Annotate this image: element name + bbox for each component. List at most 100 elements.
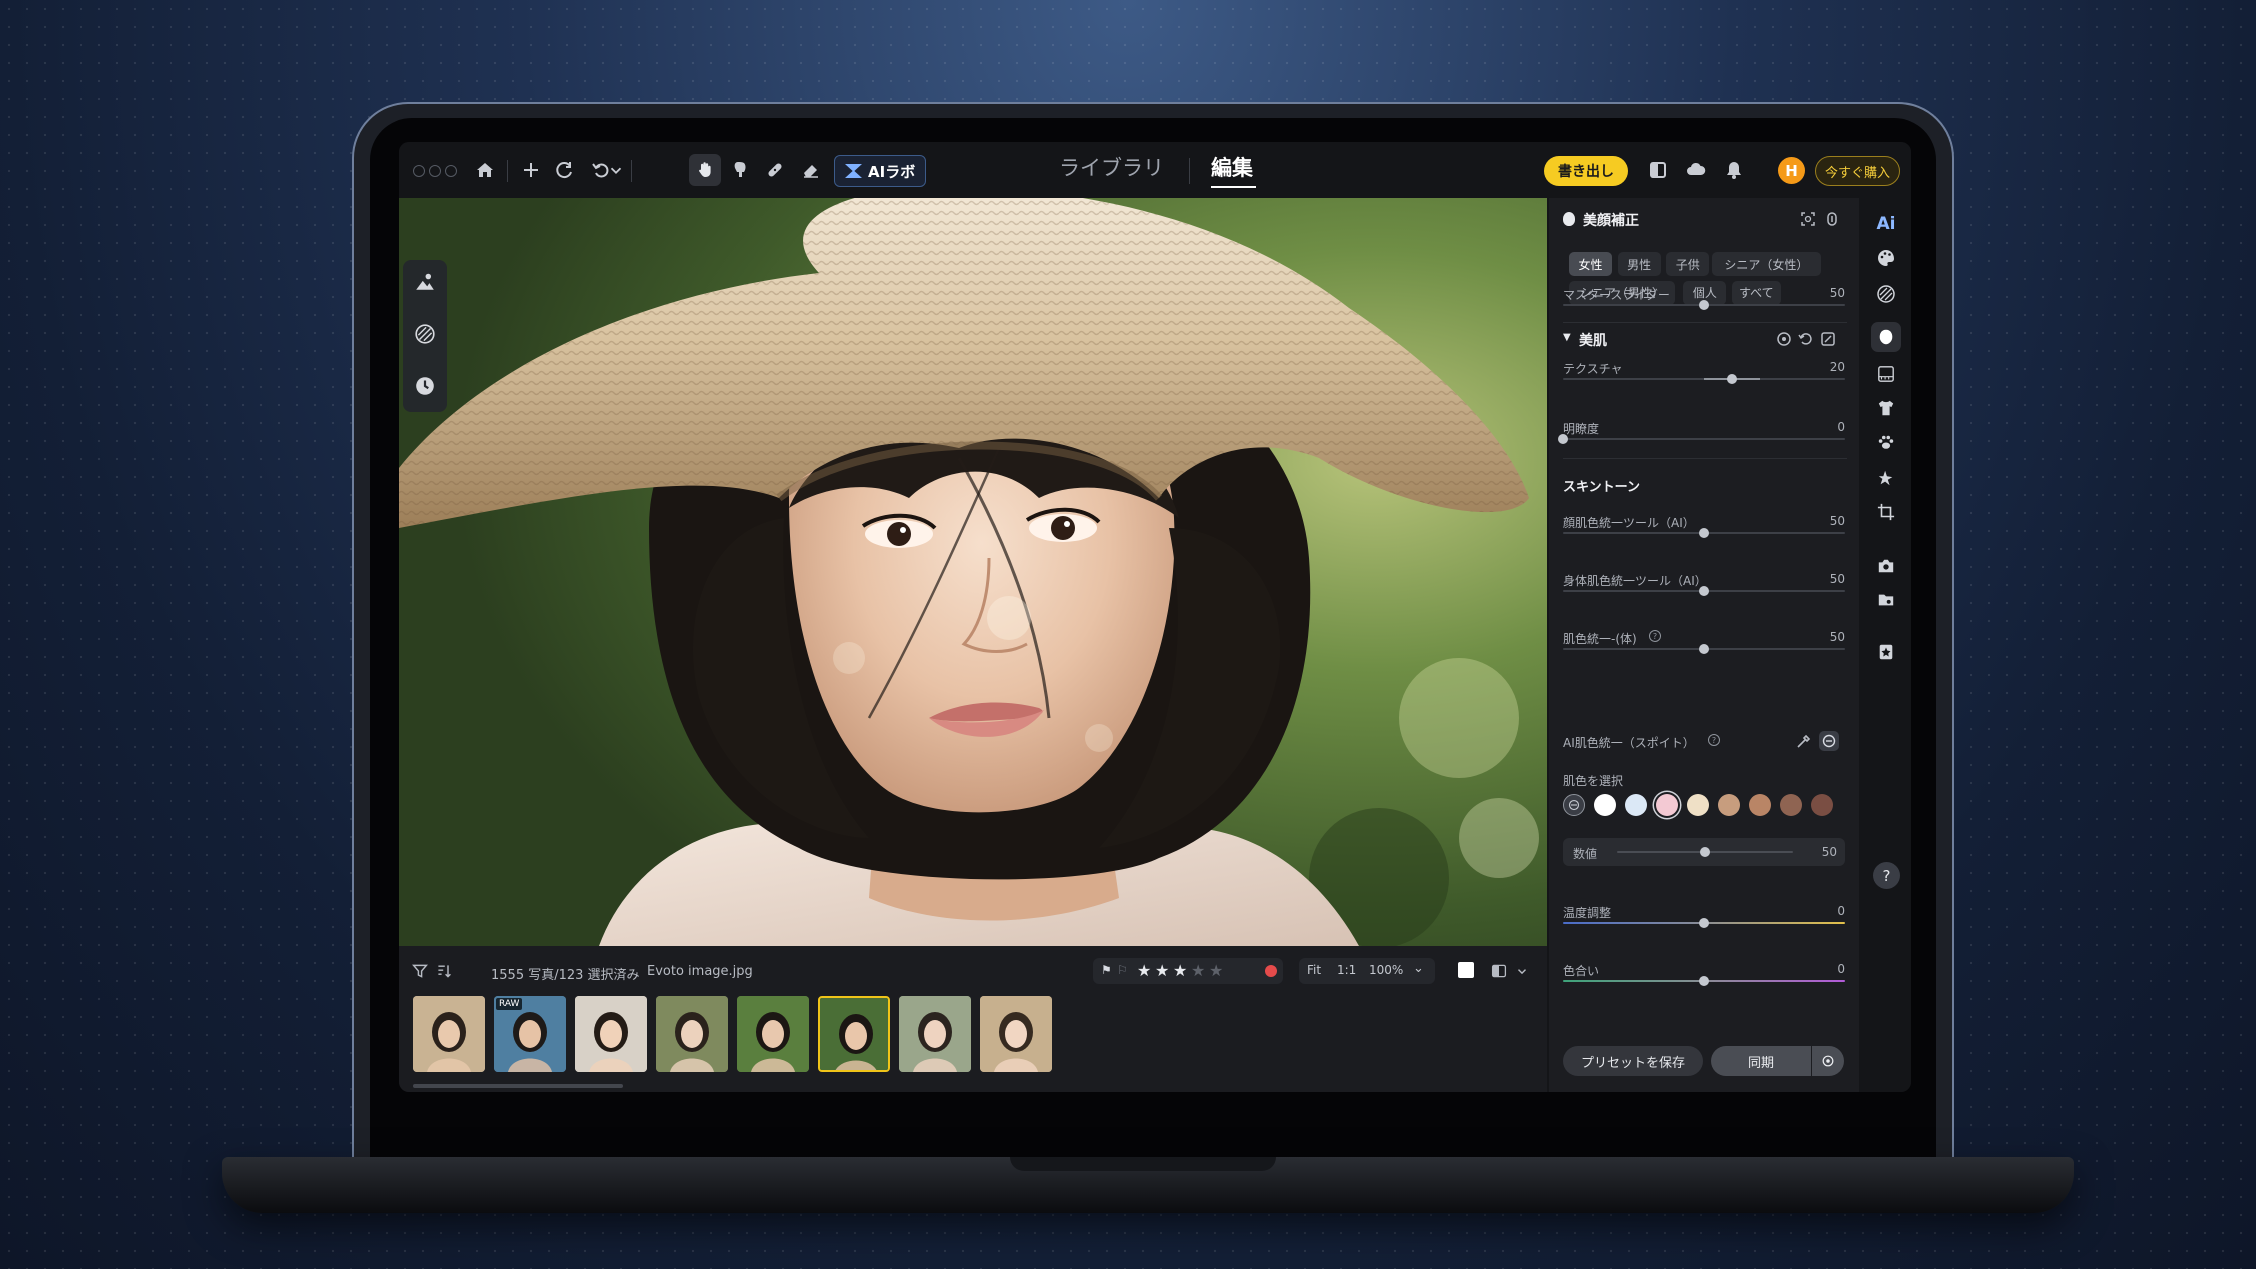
save-preset-button[interactable]: プリセットを保存	[1563, 1046, 1703, 1076]
sync-settings-icon[interactable]	[1812, 1046, 1844, 1076]
window-close-button[interactable]	[413, 165, 425, 177]
face-tone-slider-knob[interactable]	[1699, 528, 1709, 538]
compare-panel-icon[interactable]	[1642, 154, 1674, 186]
skin-swatch[interactable]	[1749, 794, 1771, 816]
cloud-sync-icon[interactable]	[1680, 154, 1712, 186]
skin-swatch[interactable]	[1780, 794, 1802, 816]
star-1[interactable]: ★	[1137, 961, 1151, 980]
background-white-icon[interactable]	[1458, 962, 1474, 978]
window-minimize-button[interactable]	[429, 165, 441, 177]
photo-canvas[interactable]: i	[399, 198, 1547, 946]
pet-paw-icon[interactable]	[1874, 430, 1898, 454]
user-avatar[interactable]: H	[1778, 157, 1805, 184]
ai-refresh-icon[interactable]	[549, 154, 581, 186]
texture-slider-knob[interactable]	[1727, 374, 1738, 384]
face-beauty-icon[interactable]	[1874, 325, 1898, 349]
master-slider-knob[interactable]	[1699, 300, 1709, 310]
face-type-chip[interactable]: シニア（女性）	[1712, 252, 1821, 277]
texture-slider-track[interactable]	[1563, 374, 1845, 384]
photo-thumbnail[interactable]	[413, 996, 485, 1072]
texture-pattern-icon[interactable]	[411, 320, 439, 348]
photo-thumbnail[interactable]	[575, 996, 647, 1072]
zoom-chevron-down-icon[interactable]: ⌄	[1413, 961, 1424, 976]
star-2[interactable]: ★	[1155, 961, 1169, 980]
skin-swatch[interactable]	[1656, 794, 1678, 816]
camera-icon[interactable]	[1874, 554, 1898, 578]
skin-swatch[interactable]	[1625, 794, 1647, 816]
temperature-slider-knob[interactable]	[1699, 918, 1709, 928]
sort-icon[interactable]	[433, 960, 455, 982]
eyedropper-clear-icon[interactable]	[1819, 731, 1839, 751]
color-palette-icon[interactable]	[1874, 246, 1898, 270]
flag-pick-icon[interactable]: ⚑	[1101, 963, 1112, 977]
add-icon[interactable]	[515, 154, 547, 186]
skin-swatch[interactable]	[1594, 794, 1616, 816]
photo-thumbnail[interactable]	[656, 996, 728, 1072]
face-detect-icon[interactable]	[1799, 210, 1817, 228]
folder-settings-icon[interactable]	[1874, 588, 1898, 612]
numeric-slider-track[interactable]	[1617, 847, 1793, 857]
preset-star-icon[interactable]	[1874, 640, 1898, 664]
body-unify-slider-track[interactable]	[1563, 644, 1845, 654]
skin-swatch[interactable]	[1718, 794, 1740, 816]
eraser-icon[interactable]	[795, 154, 827, 186]
ai-module-icon[interactable]: Ai	[1874, 212, 1898, 236]
liquify-brush-icon[interactable]	[725, 154, 757, 186]
tab-library[interactable]: ライブラリ	[1059, 152, 1164, 182]
hand-tool-icon[interactable]	[689, 154, 721, 186]
face-type-chip[interactable]: すべて	[1732, 280, 1781, 305]
filmstrip-scrollbar[interactable]	[413, 1084, 623, 1088]
before-after-icon[interactable]	[1488, 960, 1510, 982]
photo-thumbnail[interactable]	[737, 996, 809, 1072]
reset-icon[interactable]	[1797, 330, 1815, 348]
skin-collapse-chevron-icon[interactable]: ▼	[1563, 332, 1571, 343]
tint-slider-knob[interactable]	[1699, 976, 1709, 986]
flag-reject-icon[interactable]: ⚐	[1117, 963, 1128, 977]
face-type-chip[interactable]: 男性	[1617, 252, 1661, 277]
numeric-slider-knob[interactable]	[1700, 847, 1710, 857]
photo-thumbnail[interactable]	[818, 996, 890, 1072]
eyedropper-icon[interactable]	[1795, 732, 1813, 750]
sync-button[interactable]: 同期	[1711, 1046, 1811, 1076]
undo-history-chevron-icon[interactable]	[607, 154, 625, 186]
visibility-eye-icon[interactable]	[1775, 330, 1793, 348]
color-label-red[interactable]	[1265, 965, 1277, 977]
texture-filter-icon[interactable]	[1874, 282, 1898, 306]
face-tone-slider-track[interactable]	[1563, 528, 1845, 538]
face-type-chip[interactable]: 女性	[1569, 252, 1612, 277]
adjust-scale-icon[interactable]	[1823, 210, 1841, 228]
photo-thumbnail[interactable]	[899, 996, 971, 1072]
zoom-percent[interactable]: 100%	[1369, 963, 1403, 977]
photo-thumbnail[interactable]	[980, 996, 1052, 1072]
numeric-slider[interactable]: 数値 50	[1563, 838, 1845, 866]
body-unify-slider-knob[interactable]	[1699, 644, 1709, 654]
help-button[interactable]: ?	[1873, 862, 1900, 889]
body-tone-slider-knob[interactable]	[1699, 586, 1709, 596]
clothing-shirt-icon[interactable]	[1874, 396, 1898, 420]
filter-funnel-icon[interactable]	[409, 960, 431, 982]
tint-slider-track[interactable]	[1563, 976, 1845, 986]
photo-thumbnail[interactable]: RAW	[494, 996, 566, 1072]
view-options-chevron-icon[interactable]	[1511, 960, 1533, 982]
body-tone-slider-track[interactable]	[1563, 586, 1845, 596]
buy-now-button[interactable]: 今すぐ購入	[1815, 156, 1900, 186]
star-3[interactable]: ★	[1173, 961, 1187, 980]
notification-bell-icon[interactable]	[1718, 154, 1750, 186]
star-5[interactable]: ★	[1209, 961, 1223, 980]
skin-swatch[interactable]	[1811, 794, 1833, 816]
zoom-fit-button[interactable]: Fit	[1307, 963, 1321, 977]
skin-swatch[interactable]	[1687, 794, 1709, 816]
zoom-one-to-one-button[interactable]: 1:1	[1337, 963, 1356, 977]
background-gradient-icon[interactable]	[1874, 362, 1898, 386]
tab-edit[interactable]: 編集	[1211, 152, 1253, 182]
edit-mask-icon[interactable]	[1819, 330, 1837, 348]
window-zoom-button[interactable]	[445, 165, 457, 177]
ai-unify-help-icon[interactable]: ?	[1708, 734, 1720, 746]
crop-icon[interactable]	[1874, 500, 1898, 524]
body-unify-help-icon[interactable]: ?	[1649, 630, 1661, 642]
healing-bandage-icon[interactable]	[759, 154, 791, 186]
history-clock-icon[interactable]	[411, 372, 439, 400]
magic-star-icon[interactable]	[1874, 466, 1898, 490]
clarity-slider-knob[interactable]	[1558, 434, 1568, 444]
master-slider-track[interactable]	[1563, 300, 1845, 310]
